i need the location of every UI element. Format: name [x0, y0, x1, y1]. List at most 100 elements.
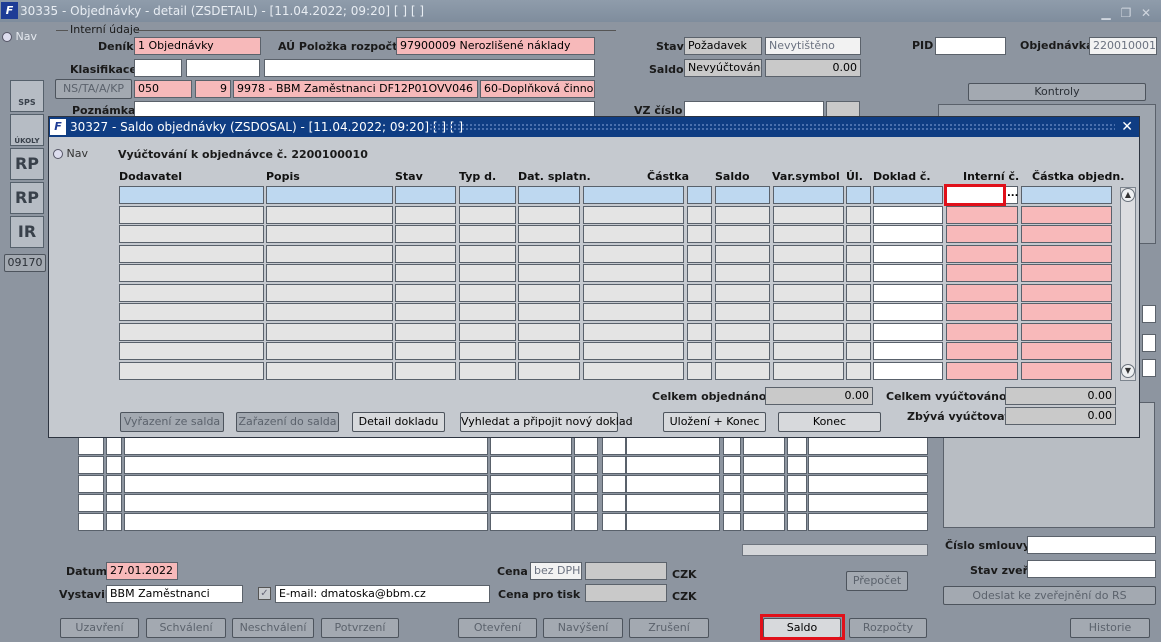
- grid-cell[interactable]: [715, 205, 770, 224]
- potvrzeni-button[interactable]: Potvrzení: [321, 618, 399, 638]
- background-table-cell[interactable]: [743, 437, 785, 455]
- ns-field-1[interactable]: 050: [134, 80, 192, 98]
- grid-cell-selected[interactable]: [1021, 186, 1112, 204]
- grid-cell[interactable]: [846, 322, 871, 341]
- grid-cell[interactable]: [687, 264, 712, 282]
- uzavreni-button[interactable]: Uzavření: [60, 618, 139, 638]
- ukoly-button[interactable]: ÚKOLY: [10, 114, 44, 146]
- grid-cell-selected[interactable]: [773, 186, 844, 204]
- grid-cell[interactable]: [266, 303, 393, 321]
- grid-cell[interactable]: [715, 225, 770, 243]
- background-table-cell[interactable]: [574, 494, 598, 512]
- grid-cell[interactable]: [459, 342, 516, 360]
- grid-cell[interactable]: [773, 361, 844, 380]
- grid-cell[interactable]: [873, 244, 943, 263]
- grid-cell[interactable]: [583, 225, 684, 243]
- rp-button-2[interactable]: RP: [10, 182, 44, 214]
- grid-cell[interactable]: [583, 283, 684, 302]
- ulozeni-konec-button[interactable]: Uložení + Konec: [663, 412, 766, 432]
- grid-cell[interactable]: [518, 283, 580, 302]
- grid-cell[interactable]: [395, 342, 456, 360]
- grid-cell[interactable]: [459, 225, 516, 243]
- background-table-cell[interactable]: [602, 475, 626, 493]
- grid-cell[interactable]: [266, 244, 393, 263]
- klasifikace-field-3[interactable]: [264, 59, 595, 77]
- background-table-cell[interactable]: [78, 475, 104, 493]
- background-table-cell[interactable]: [124, 513, 488, 531]
- grid-cell[interactable]: [395, 303, 456, 321]
- grid-cell[interactable]: [518, 205, 580, 224]
- grid-cell[interactable]: [687, 342, 712, 360]
- zruseni-button[interactable]: Zrušení: [629, 618, 709, 638]
- vyrazeni-ze-salda-button[interactable]: Vyřazení ze salda: [120, 412, 224, 432]
- background-table-cell[interactable]: [602, 494, 626, 512]
- grid-cell[interactable]: [946, 361, 1018, 380]
- grid-cell[interactable]: [946, 303, 1018, 321]
- pid-field[interactable]: [935, 37, 1006, 55]
- background-table-cell[interactable]: [743, 513, 785, 531]
- grid-cell[interactable]: [946, 244, 1018, 263]
- grid-cell[interactable]: [266, 225, 393, 243]
- background-table-cell[interactable]: [787, 475, 807, 493]
- background-table-cell[interactable]: [808, 456, 928, 474]
- background-table-cell[interactable]: [723, 437, 741, 455]
- grid-cell-selected[interactable]: [687, 186, 712, 204]
- grid-cell[interactable]: [873, 205, 943, 224]
- grid-cell[interactable]: [1021, 225, 1112, 243]
- code-button[interactable]: 09170: [4, 254, 46, 272]
- grid-cell[interactable]: [1021, 244, 1112, 263]
- background-table-cell[interactable]: [787, 494, 807, 512]
- rp-button-1[interactable]: RP: [10, 148, 44, 180]
- background-table-cell[interactable]: [574, 456, 598, 474]
- ellipsis-lookup[interactable]: ...: [1007, 188, 1018, 199]
- vyhledat-pripojit-button[interactable]: Vyhledat a připojit nový doklad: [460, 412, 633, 432]
- background-table-cell[interactable]: [787, 513, 807, 531]
- grid-cell[interactable]: [395, 205, 456, 224]
- background-table-cell[interactable]: [626, 494, 720, 512]
- background-table-cell[interactable]: [490, 513, 572, 531]
- grid-cell[interactable]: [1021, 264, 1112, 282]
- grid-cell-selected[interactable]: [873, 186, 943, 204]
- grid-cell[interactable]: [946, 205, 1018, 224]
- klasifikace-field-2[interactable]: [186, 59, 260, 77]
- email-field[interactable]: E-mail: dmatoska@bbm.cz: [275, 585, 490, 603]
- grid-cell[interactable]: [715, 283, 770, 302]
- background-table-cell[interactable]: [490, 475, 572, 493]
- grid-cell[interactable]: [846, 303, 871, 321]
- background-table-cell[interactable]: [124, 437, 488, 455]
- background-table-cell[interactable]: [106, 456, 122, 474]
- grid-cell[interactable]: [846, 361, 871, 380]
- grid-cell[interactable]: [715, 264, 770, 282]
- background-table-cell[interactable]: [106, 513, 122, 531]
- ns-field-2[interactable]: 9: [195, 80, 231, 98]
- grid-cell[interactable]: [687, 322, 712, 341]
- grid-cell[interactable]: [395, 264, 456, 282]
- grid-cell[interactable]: [846, 342, 871, 360]
- grid-cell[interactable]: [459, 264, 516, 282]
- ns-field-4[interactable]: 60-Doplňková činnost: [480, 80, 595, 98]
- kontroly-button[interactable]: Kontroly: [968, 83, 1146, 101]
- scroll-down-icon[interactable]: ▼: [1121, 364, 1135, 378]
- grid-cell[interactable]: [395, 225, 456, 243]
- historie-button[interactable]: Historie: [1070, 618, 1150, 638]
- grid-cell[interactable]: [583, 342, 684, 360]
- grid-cell[interactable]: [773, 283, 844, 302]
- grid-cell[interactable]: [773, 322, 844, 341]
- background-table-cell[interactable]: [723, 513, 741, 531]
- grid-cell-selected[interactable]: [715, 186, 770, 204]
- grid-cell[interactable]: [266, 322, 393, 341]
- grid-cell[interactable]: [873, 303, 943, 321]
- cislo-smlouvy-field[interactable]: [1027, 536, 1156, 554]
- konec-button[interactable]: Konec: [778, 412, 881, 432]
- grid-cell[interactable]: [518, 322, 580, 341]
- background-table-cell[interactable]: [808, 437, 928, 455]
- grid-cell[interactable]: [459, 205, 516, 224]
- grid-cell[interactable]: [459, 283, 516, 302]
- grid-cell[interactable]: [518, 361, 580, 380]
- minimize-icon[interactable]: ▁: [1099, 2, 1113, 24]
- stav-zver-field[interactable]: [1027, 560, 1156, 578]
- ir-button[interactable]: IR: [10, 216, 44, 248]
- grid-cell[interactable]: [687, 205, 712, 224]
- scroll-up-icon[interactable]: ▲: [1121, 188, 1135, 202]
- grid-cell-selected[interactable]: [846, 186, 871, 204]
